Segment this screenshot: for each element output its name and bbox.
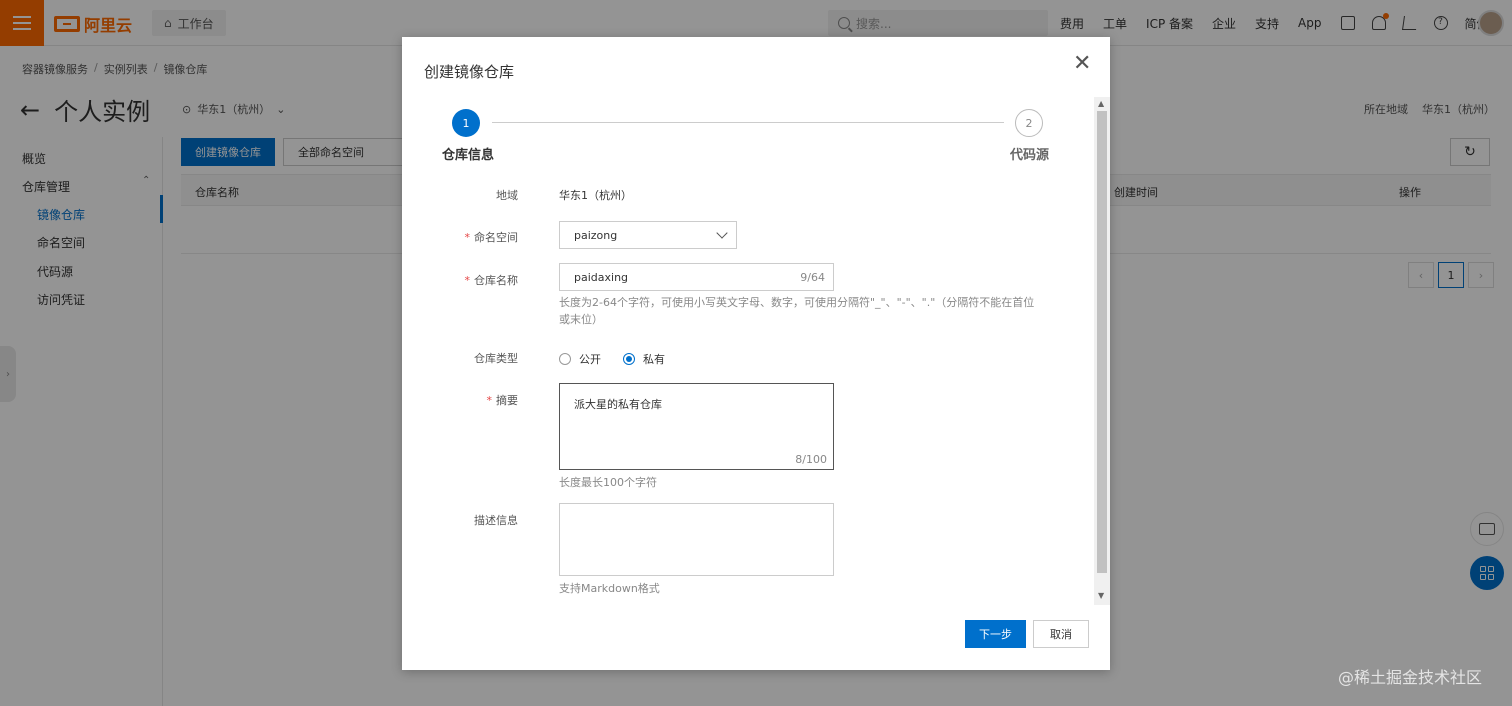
required-mark: * [464,231,471,244]
repo-name-hint: 长度为2-64个字符，可使用小写英文字母、数字，可使用分隔符"_"、"-"、".… [559,296,1035,326]
scroll-up-arrow-icon[interactable]: ▲ [1098,99,1104,108]
namespace-field-label: * 命名空间 [464,231,519,244]
namespace-select-value: paizong [574,228,618,242]
dialog-title: 创建镜像仓库 [424,63,515,81]
summary-value: 派大星的私有仓库 [574,398,662,411]
repo-type-field-label: 仓库类型 [474,352,518,365]
required-mark: * [464,274,471,287]
scrollbar-thumb[interactable] [1097,111,1107,573]
radio-public[interactable] [559,353,571,365]
step-2-label: 代码源 [1010,148,1050,163]
repo-type-radio-group: 公开 私有 [559,351,665,367]
description-hint: 支持Markdown格式 [559,582,660,595]
repo-name-field-label: * 仓库名称 [464,274,519,287]
scroll-down-arrow-icon[interactable]: ▼ [1098,591,1104,600]
dialog-scrollbar[interactable]: ▲ ▼ [1094,97,1110,605]
step-1-label: 仓库信息 [442,148,495,163]
step-connector [492,122,1004,123]
chevron-down-icon [716,227,728,239]
step-2-indicator: 2 [1015,109,1043,137]
summary-hint: 长度最长100个字符 [559,476,657,489]
radio-private[interactable] [623,353,635,365]
radio-public-label[interactable]: 公开 [579,351,601,367]
summary-counter: 8/100 [795,453,827,466]
summary-textarea[interactable]: 派大星的私有仓库 8/100 [559,383,834,470]
region-field-value: 华东1（杭州） [559,189,632,202]
repo-name-value: paidaxing [574,270,629,284]
description-textarea[interactable] [559,503,834,576]
required-mark: * [486,394,493,407]
radio-private-label[interactable]: 私有 [643,351,665,367]
repo-name-input[interactable]: paidaxing 9/64 [559,263,834,291]
region-field-label: 地域 [496,189,518,202]
watermark: @稀土掘金技术社区 [1338,668,1483,687]
close-icon[interactable]: ✕ [1073,53,1091,75]
next-button[interactable]: 下一步 [965,620,1026,648]
cancel-button[interactable]: 取消 [1033,620,1089,648]
step-1-indicator: 1 [452,109,480,137]
create-repo-dialog: 创建镜像仓库 ✕ 1 2 仓库信息 代码源 地域 华东1（杭州） * 命名空间 p… [402,37,1110,670]
summary-field-label: * 摘要 [486,394,519,407]
repo-name-counter: 9/64 [800,271,825,284]
description-field-label: 描述信息 [474,514,518,527]
namespace-select[interactable]: paizong [559,221,737,249]
